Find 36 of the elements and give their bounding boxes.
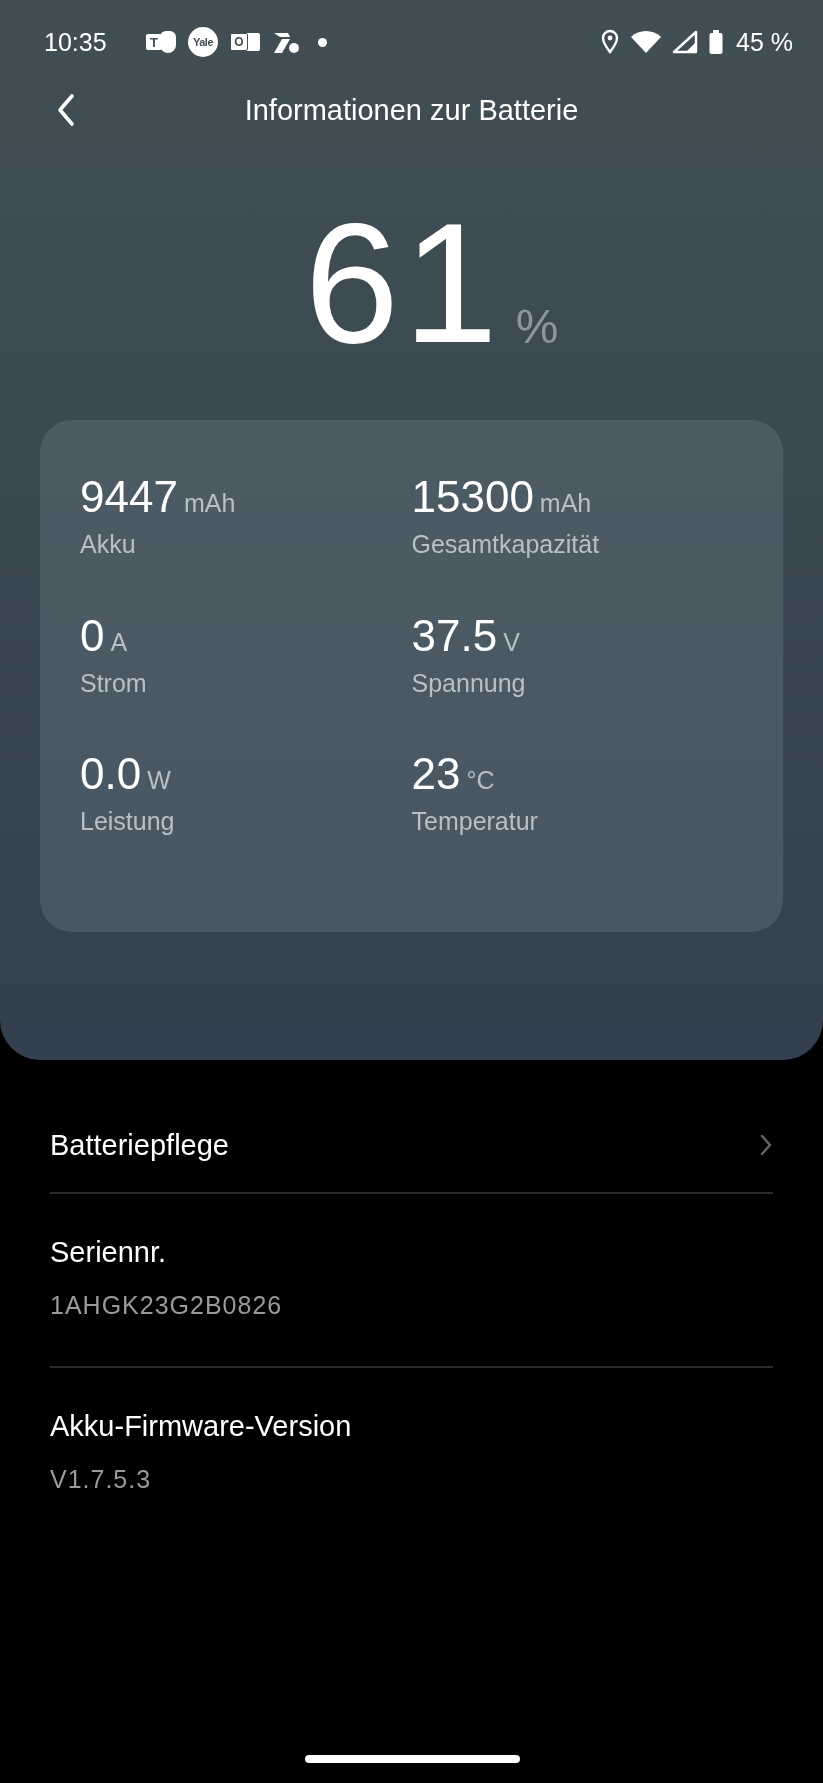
stat-value: 9447 bbox=[80, 472, 178, 522]
stat-label: Strom bbox=[80, 668, 148, 698]
yale-icon: Yale bbox=[188, 27, 218, 57]
stat-label: Temperatur bbox=[411, 807, 539, 837]
stat-unit: mAh bbox=[183, 489, 236, 518]
stat-label: Leistung bbox=[80, 807, 176, 837]
wifi-icon bbox=[630, 30, 662, 54]
stat-unit: mAh bbox=[539, 489, 592, 518]
stat-label: Spannung bbox=[411, 668, 527, 698]
stat-unit: A bbox=[110, 627, 128, 657]
info-title: Akku-Firmware-Version bbox=[50, 1410, 353, 1443]
stat-label: Akku bbox=[80, 530, 137, 559]
battery-icon bbox=[708, 29, 724, 55]
stat-value: 0 bbox=[80, 610, 105, 661]
chevron-icon bbox=[759, 1133, 773, 1157]
stat-unit: °C bbox=[466, 766, 495, 796]
charge-value: 61 bbox=[304, 208, 502, 358]
stat-value: 23 bbox=[411, 749, 461, 800]
stat-value: 0.0 bbox=[80, 749, 142, 800]
notification-dot-icon bbox=[318, 37, 327, 47]
stat-label: Gesamtkapazität bbox=[411, 530, 601, 559]
info-value: 1AHGK23G2B0826 bbox=[50, 1291, 284, 1320]
info-title: Seriennr. bbox=[50, 1236, 168, 1269]
battery-care-row[interactable]: Batteriepflege bbox=[50, 1110, 773, 1192]
stat-unit: V bbox=[503, 627, 520, 657]
stat-value: 37.5 bbox=[411, 610, 498, 661]
location-icon bbox=[600, 29, 620, 55]
screen-title: Informationen zur Batterie bbox=[244, 93, 579, 127]
charge-unit: % bbox=[515, 299, 559, 354]
stat-value: 15300 bbox=[411, 472, 534, 522]
stat-unit: W bbox=[147, 766, 171, 796]
app-icon bbox=[272, 30, 300, 54]
info-value: V1.7.5.3 bbox=[50, 1465, 153, 1494]
battery-percent: 45 % bbox=[736, 27, 793, 57]
signal-icon bbox=[672, 30, 698, 54]
status-time: 10:35 bbox=[44, 27, 108, 57]
